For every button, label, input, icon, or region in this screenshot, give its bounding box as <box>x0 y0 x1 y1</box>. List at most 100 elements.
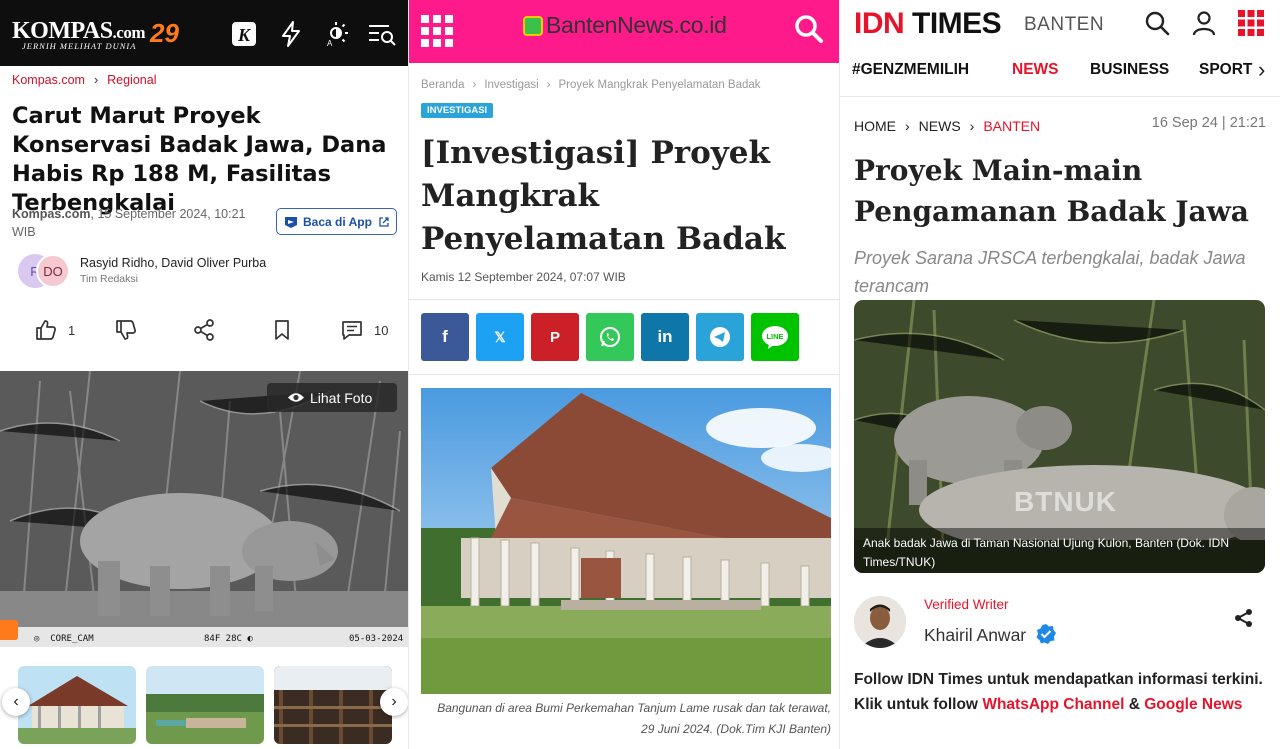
x-icon: 𝕏 <box>494 328 506 345</box>
rhino-photo[interactable]: BTNUK Anak badak Jawa di Taman Nasional … <box>854 300 1265 573</box>
logo-mark-icon <box>523 16 543 36</box>
share-facebook-button[interactable]: f <box>421 313 469 361</box>
bantennews-header: BantenNews.co.id <box>409 0 840 63</box>
eye-icon <box>288 393 304 402</box>
share-line-button[interactable]: LINE <box>751 313 799 361</box>
anniversary-logo: 29 <box>150 18 179 48</box>
read-in-app-button[interactable]: Baca di App <box>276 208 397 235</box>
breadcrumb-home[interactable]: Beranda <box>421 79 464 91</box>
kompas-watermark-badge <box>0 620 18 640</box>
bookmark-button[interactable] <box>270 316 294 344</box>
share-icon[interactable] <box>1233 607 1255 634</box>
nav-genzmemilih[interactable]: #GENZMEMILIH <box>852 61 969 79</box>
menu-search-icon[interactable] <box>367 20 396 48</box>
gallery-prev-button[interactable]: ‹ <box>2 688 30 716</box>
chevron-left-icon: ‹ <box>13 693 19 710</box>
breadcrumb: HOME › NEWS › BANTEN <box>854 118 1040 134</box>
rhino-camera-trap-photo[interactable] <box>0 371 409 647</box>
thumbs-up-icon <box>36 320 56 340</box>
camera-id-stamp: ◎ CORE_CAM <box>34 634 94 644</box>
verified-badge-icon <box>1036 624 1057 644</box>
article-source: Kompas.com <box>12 207 91 221</box>
like-button[interactable]: 1 <box>34 316 75 344</box>
breadcrumb-separator: › <box>905 118 910 134</box>
grid-menu-icon[interactable] <box>421 15 454 48</box>
search-icon[interactable] <box>1144 10 1170 36</box>
gallery-thumb-2[interactable] <box>146 666 264 744</box>
breadcrumb-banten[interactable]: BANTEN <box>983 118 1040 134</box>
app-icon <box>285 217 297 228</box>
bantennews-panel: BantenNews.co.id Beranda › Investigasi › Pro… <box>409 0 840 749</box>
breadcrumb: Beranda › Investigasi › Proyek Mangkrak Peny… <box>421 79 761 91</box>
svg-text:K: K <box>237 25 252 45</box>
breadcrumb-separator: › <box>969 118 975 134</box>
writer-name[interactable]: Khairil Anwar <box>924 623 1057 646</box>
camera-date-stamp: 05-03-2024 <box>349 634 404 644</box>
share-pinterest-button[interactable]: P <box>531 313 579 361</box>
thumbs-down-icon <box>116 320 136 340</box>
article-meta: Kompas.com, 15 September 2024, 10:21 WIB <box>12 205 272 241</box>
breadcrumb-news[interactable]: NEWS <box>919 118 961 134</box>
photo-caption: Bangunan di area Bumi Perkemahan Tanjum … <box>437 701 831 736</box>
read-in-app-label: Baca di App <box>303 214 372 229</box>
article-title: Carut Marut Proyek Konservasi Badak Jawa… <box>12 103 387 216</box>
divider <box>409 374 840 375</box>
breadcrumb-regional[interactable]: Regional <box>107 73 156 87</box>
user-icon[interactable] <box>1191 10 1217 36</box>
telegram-icon <box>710 327 730 347</box>
theme-toggle-icon[interactable]: A <box>321 20 349 48</box>
view-photo-label: Lihat Foto <box>310 389 373 406</box>
follow-cta: Follow IDN Times untuk mendapatkan infor… <box>854 671 1263 713</box>
breadcrumb-separator: › <box>546 79 551 91</box>
kompas-header: KOMPAS.com 29 JERNIH MELIHAT DUNIA K A <box>0 0 409 66</box>
external-link-icon <box>379 217 389 227</box>
pinterest-icon: P <box>549 328 560 346</box>
share-icon <box>194 319 214 341</box>
lightning-icon[interactable] <box>277 20 305 48</box>
gallery-next-button[interactable]: › <box>380 688 408 716</box>
kompas-panel: KOMPAS.com 29 JERNIH MELIHAT DUNIA K A K… <box>0 0 409 749</box>
nav-business[interactable]: BUSINESS <box>1090 61 1169 79</box>
breadcrumb-home[interactable]: HOME <box>854 118 896 134</box>
writer-avatar[interactable] <box>854 596 906 648</box>
grid-menu-icon[interactable] <box>1238 10 1264 36</box>
article-date: Kamis 12 September 2024, 07:07 WIB <box>421 270 626 284</box>
region-label: BANTEN <box>1024 14 1105 35</box>
facebook-icon: f <box>442 327 448 346</box>
comment-button[interactable]: 10 <box>340 316 388 344</box>
whatsapp-icon <box>600 327 620 347</box>
gallery-thumb-3[interactable] <box>274 666 392 744</box>
whatsapp-channel-link[interactable]: WhatsApp Channel <box>982 696 1124 713</box>
building-photo[interactable] <box>421 388 831 694</box>
bookmark-icon <box>275 320 289 340</box>
kompas-tagline: JERNIH MELIHAT DUNIA <box>22 41 137 51</box>
nav-news[interactable]: NEWS <box>1012 61 1059 79</box>
dislike-button[interactable] <box>114 316 138 344</box>
nav-more-chevron-icon[interactable]: › <box>1256 57 1266 83</box>
gallery-thumb-1[interactable] <box>18 666 136 744</box>
author-avatar-do[interactable]: DO <box>36 254 70 288</box>
share-whatsapp-button[interactable] <box>586 313 634 361</box>
breadcrumb-category[interactable]: Investigasi <box>484 79 538 91</box>
breadcrumb-separator: › <box>93 73 99 87</box>
k-app-icon[interactable]: K <box>230 20 258 48</box>
share-telegram-button[interactable] <box>696 313 744 361</box>
breadcrumb-separator: › <box>472 79 477 91</box>
bantennews-logo[interactable]: BantenNews.co.id <box>523 12 727 39</box>
divider <box>409 299 840 300</box>
search-icon[interactable] <box>793 13 825 50</box>
share-button[interactable] <box>192 316 216 344</box>
author-names[interactable]: Rasyid Ridho, David Oliver Purba <box>80 256 266 270</box>
share-x-button[interactable]: 𝕏 <box>476 313 524 361</box>
category-badge[interactable]: INVESTIGASI <box>421 103 494 118</box>
google-news-link[interactable]: Google News <box>1144 696 1242 713</box>
view-photo-button[interactable]: Lihat Foto <box>267 383 397 412</box>
like-count: 1 <box>68 322 76 338</box>
share-linkedin-button[interactable]: in <box>641 313 689 361</box>
nav-sport[interactable]: SPORT <box>1199 61 1252 79</box>
svg-text:LINE: LINE <box>766 332 783 341</box>
idntimes-logo[interactable]: IDN TIMES <box>854 7 1002 41</box>
article-subtitle: Proyek Sarana JRSCA terbengkalai, badak … <box>854 248 1246 296</box>
breadcrumb-home[interactable]: Kompas.com <box>12 73 85 87</box>
photo-caption: Anak badak Jawa di Taman Nasional Ujung … <box>863 536 1229 569</box>
